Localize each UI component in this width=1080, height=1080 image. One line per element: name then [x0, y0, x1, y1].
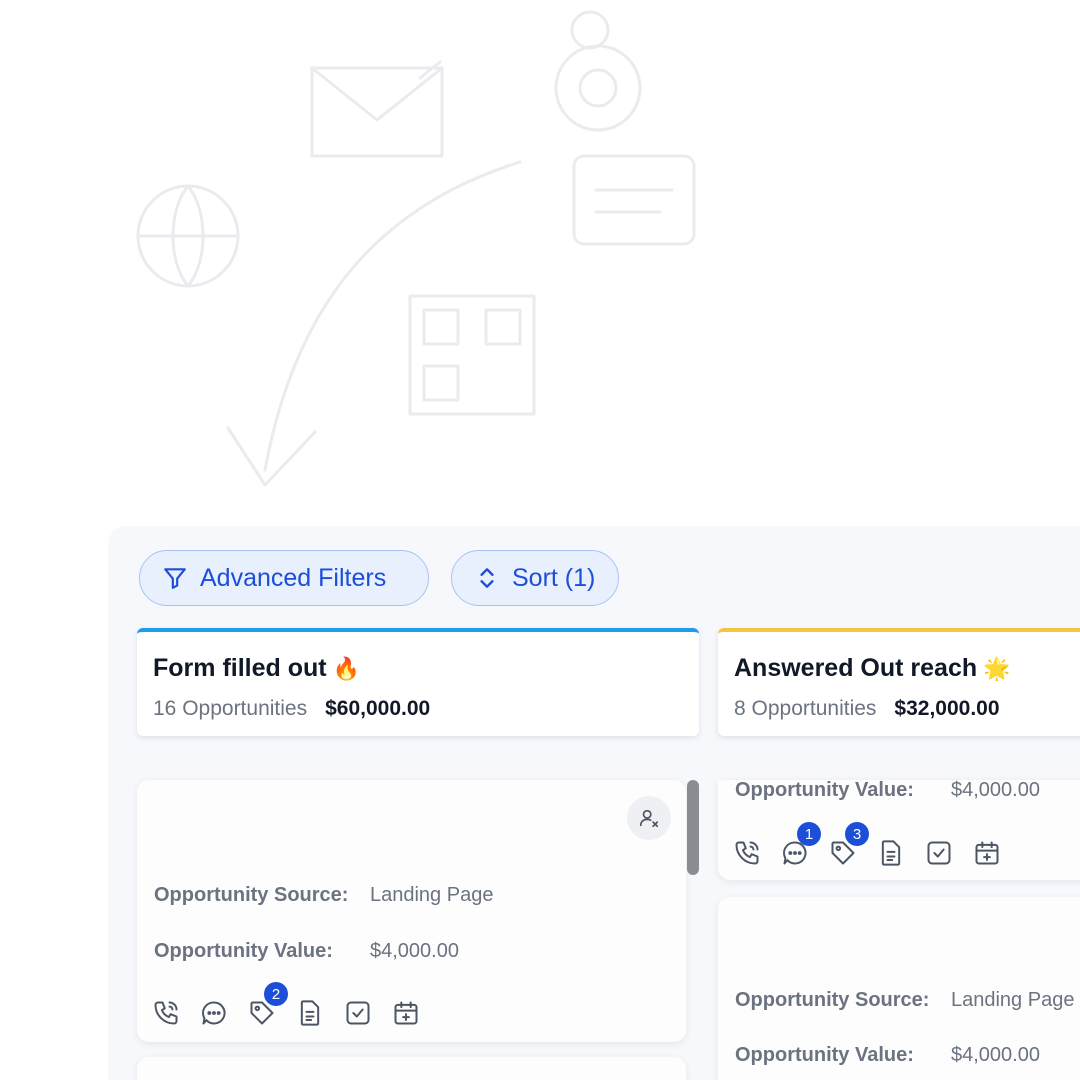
field-label: Opportunity Source: [154, 884, 349, 906]
sort-label: Sort (1) [512, 563, 596, 592]
notes-button[interactable] [877, 836, 925, 870]
calendar-plus-icon [394, 1001, 418, 1025]
field-value: $4,000.00 [951, 779, 1040, 801]
stage-title: Answered Out reach 🌟 [734, 654, 1080, 683]
field-value: $4,000.00 [951, 1044, 1040, 1066]
advanced-filters-button[interactable]: Advanced Filters [139, 550, 429, 606]
stage-title-text: Answered Out reach [734, 654, 978, 682]
stage-title-text: Form filled out [153, 654, 327, 682]
field-label: Opportunity Source: [735, 989, 930, 1011]
sort-button[interactable]: Sort (1) [451, 550, 619, 606]
stage-total-value: $60,000.00 [325, 697, 431, 720]
stage-title: Form filled out 🔥 [153, 654, 683, 683]
stage-column-header: Form filled out 🔥 16 Opportunities $60,0… [137, 628, 699, 736]
advanced-filters-label: Advanced Filters [200, 563, 387, 592]
phone-icon [154, 1001, 178, 1025]
tags-button[interactable]: 2 [248, 982, 296, 1030]
checkbox-icon [927, 841, 951, 865]
tags-count-badge: 3 [845, 822, 869, 846]
opportunity-value-field: Opportunity Value: $4,000.00 [735, 779, 1040, 802]
tasks-button[interactable] [925, 836, 973, 870]
field-value: Landing Page [951, 989, 1075, 1011]
unassign-user-button[interactable] [627, 796, 671, 840]
document-icon [300, 1000, 320, 1026]
sort-icon [480, 568, 494, 588]
messages-count-badge: 1 [797, 822, 821, 846]
field-value: $4,000.00 [370, 940, 459, 962]
stage-column-header: Answered Out reach 🌟 8 Opportunities $32… [718, 628, 1080, 736]
tags-count-badge: 2 [264, 982, 288, 1006]
stage-meta: 16 Opportunities $60,000.00 [153, 697, 683, 721]
star-icon: 🌟 [983, 655, 1011, 681]
decorative-illustration [120, 0, 740, 520]
opportunity-value-field: Opportunity Value: $4,000.00 [735, 1044, 1040, 1067]
phone-icon [735, 841, 759, 865]
stage-meta: 8 Opportunities $32,000.00 [734, 697, 1080, 721]
field-value: Landing Page [370, 884, 494, 906]
stage-total-value: $32,000.00 [894, 697, 1000, 720]
tags-button[interactable]: 3 [829, 822, 877, 870]
card-actions: 1 3 [733, 822, 1021, 870]
fire-icon: 🔥 [332, 655, 361, 681]
call-button[interactable] [733, 836, 781, 870]
message-button[interactable] [200, 996, 248, 1030]
opportunity-source-field: Opportunity Source: Landing Page [154, 884, 493, 907]
card-actions: 2 [152, 982, 440, 1030]
stage-opportunity-count: 16 Opportunities [153, 697, 308, 720]
user-remove-icon [639, 809, 659, 828]
message-button[interactable]: 1 [781, 822, 829, 870]
appointment-button[interactable] [392, 996, 440, 1030]
appointment-button[interactable] [973, 836, 1021, 870]
column-scrollbar[interactable] [687, 780, 699, 875]
field-label: Opportunity Value: [735, 1044, 914, 1066]
stage-opportunity-count: 8 Opportunities [734, 697, 877, 720]
field-label: Opportunity Value: [735, 779, 914, 801]
checkbox-icon [346, 1001, 370, 1025]
document-icon [881, 840, 901, 866]
filter-icon [164, 568, 186, 589]
opportunity-card[interactable] [137, 1057, 686, 1080]
tasks-button[interactable] [344, 996, 392, 1030]
field-label: Opportunity Value: [154, 940, 333, 962]
opportunity-source-field: Opportunity Source: Landing Page [735, 989, 1074, 1012]
calendar-plus-icon [975, 841, 999, 865]
chat-icon [202, 1001, 226, 1025]
notes-button[interactable] [296, 996, 344, 1030]
opportunity-value-field: Opportunity Value: $4,000.00 [154, 940, 459, 963]
call-button[interactable] [152, 996, 200, 1030]
